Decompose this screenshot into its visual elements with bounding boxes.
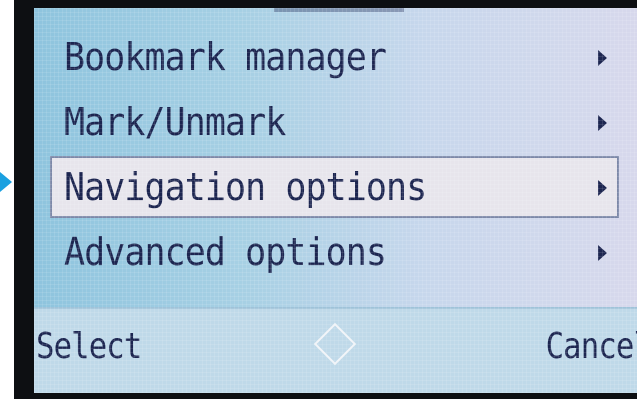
menu-item-bookmark-manager[interactable]: Bookmark manager [34, 28, 637, 86]
pointer-arrow-icon [0, 172, 12, 192]
menu-item-label: Bookmark manager [64, 35, 387, 79]
select-softkey[interactable]: Select [36, 327, 142, 367]
menu-item-navigation-options[interactable]: Navigation options [50, 156, 619, 218]
menu-item-label: Mark/Unmark [64, 100, 286, 144]
chevron-right-icon [598, 50, 607, 66]
phone-bezel: Bookmark manager Mark/Unmark Navigation … [14, 0, 637, 399]
chevron-right-icon [598, 245, 607, 261]
menu-item-advanced-options[interactable]: Advanced options [34, 223, 637, 281]
phone-screen: Bookmark manager Mark/Unmark Navigation … [34, 8, 637, 393]
menu-item-mark-unmark[interactable]: Mark/Unmark [34, 93, 637, 151]
softkey-bar: Select Cancel [34, 307, 637, 393]
menu-item-label: Navigation options [64, 165, 427, 209]
chevron-right-icon [598, 115, 607, 131]
navigation-diamond-icon [313, 322, 357, 366]
menu-title-fragment [274, 8, 404, 12]
chevron-right-icon [598, 180, 607, 196]
menu-item-label: Advanced options [64, 230, 387, 274]
cancel-softkey[interactable]: Cancel [546, 327, 637, 367]
